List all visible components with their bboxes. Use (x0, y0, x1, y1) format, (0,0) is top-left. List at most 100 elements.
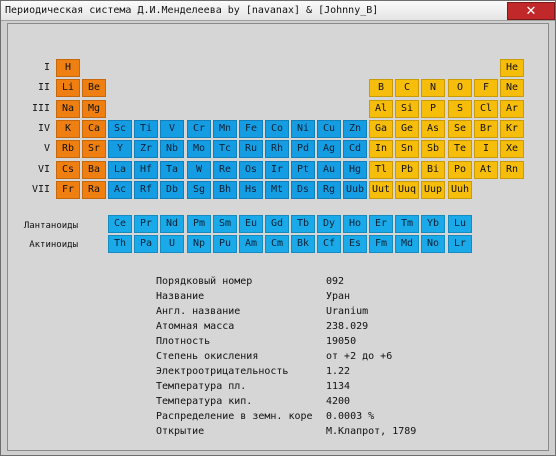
element-cell[interactable]: In (369, 140, 393, 158)
actinide-cell[interactable]: Th (108, 235, 132, 253)
element-cell[interactable]: Rb (56, 140, 80, 158)
element-cell[interactable]: Po (448, 161, 472, 179)
element-cell[interactable]: V (160, 120, 184, 138)
element-cell[interactable]: Ga (369, 120, 393, 138)
element-cell[interactable]: Db (160, 181, 184, 199)
element-cell[interactable]: Se (448, 120, 472, 138)
element-cell[interactable]: Ca (82, 120, 106, 138)
actinide-cell[interactable]: Lr (448, 235, 472, 253)
close-button[interactable]: ✕ (507, 2, 555, 20)
element-cell[interactable]: Mt (265, 181, 289, 199)
element-cell[interactable]: Y (108, 140, 132, 158)
lanthanide-cell[interactable]: Dy (317, 215, 341, 233)
element-cell[interactable]: Hg (343, 161, 367, 179)
element-cell[interactable]: Li (56, 79, 80, 97)
element-cell[interactable]: Ag (317, 140, 341, 158)
lanthanide-cell[interactable]: Tb (291, 215, 315, 233)
actinide-cell[interactable]: Pa (134, 235, 158, 253)
element-cell[interactable]: P (421, 100, 445, 118)
element-cell[interactable]: Fe (239, 120, 263, 138)
lanthanide-cell[interactable]: Pm (187, 215, 211, 233)
element-cell[interactable]: Kr (500, 120, 524, 138)
element-cell[interactable]: Uup (421, 181, 445, 199)
element-cell[interactable]: W (187, 161, 211, 179)
actinide-cell[interactable]: Am (239, 235, 263, 253)
element-cell[interactable]: Cl (474, 100, 498, 118)
element-cell[interactable]: Tl (369, 161, 393, 179)
element-cell[interactable]: Au (317, 161, 341, 179)
element-cell[interactable]: At (474, 161, 498, 179)
element-cell[interactable]: Ds (291, 181, 315, 199)
element-cell[interactable]: Na (56, 100, 80, 118)
element-cell[interactable]: As (421, 120, 445, 138)
element-cell[interactable]: Ac (108, 181, 132, 199)
element-cell[interactable]: Sn (395, 140, 419, 158)
element-cell[interactable]: N (421, 79, 445, 97)
element-cell[interactable]: Ni (291, 120, 315, 138)
element-cell[interactable]: C (395, 79, 419, 97)
lanthanide-cell[interactable]: Tm (395, 215, 419, 233)
element-cell[interactable]: Rh (265, 140, 289, 158)
element-cell[interactable]: Pd (291, 140, 315, 158)
element-cell[interactable]: Ta (160, 161, 184, 179)
lanthanide-cell[interactable]: Er (369, 215, 393, 233)
element-cell[interactable]: Ir (265, 161, 289, 179)
element-cell[interactable]: Sg (187, 181, 211, 199)
element-cell[interactable]: K (56, 120, 80, 138)
actinide-cell[interactable]: Pu (213, 235, 237, 253)
element-cell[interactable]: Zn (343, 120, 367, 138)
lanthanide-cell[interactable]: Nd (160, 215, 184, 233)
actinide-cell[interactable]: Cf (317, 235, 341, 253)
element-cell[interactable]: Cd (343, 140, 367, 158)
lanthanide-cell[interactable]: Gd (265, 215, 289, 233)
title-bar[interactable]: Периодическая система Д.И.Менделеева by … (1, 1, 555, 21)
lanthanide-cell[interactable]: Yb (421, 215, 445, 233)
element-cell[interactable]: He (500, 59, 524, 77)
element-cell[interactable]: Sb (421, 140, 445, 158)
element-cell[interactable]: Si (395, 100, 419, 118)
element-cell[interactable]: Cs (56, 161, 80, 179)
element-cell[interactable]: Te (448, 140, 472, 158)
lanthanide-cell[interactable]: Eu (239, 215, 263, 233)
element-cell[interactable]: Pb (395, 161, 419, 179)
element-cell[interactable]: Pt (291, 161, 315, 179)
element-cell[interactable]: Co (265, 120, 289, 138)
element-cell[interactable]: Bi (421, 161, 445, 179)
element-cell[interactable]: Nb (160, 140, 184, 158)
element-cell[interactable]: Cu (317, 120, 341, 138)
element-cell[interactable]: Zr (134, 140, 158, 158)
lanthanide-cell[interactable]: Pr (134, 215, 158, 233)
element-cell[interactable]: Hs (239, 181, 263, 199)
element-cell[interactable]: Sc (108, 120, 132, 138)
element-cell[interactable]: Fr (56, 181, 80, 199)
element-cell[interactable]: Xe (500, 140, 524, 158)
actinide-cell[interactable]: Np (187, 235, 211, 253)
element-cell[interactable]: Be (82, 79, 106, 97)
element-cell[interactable]: Uub (343, 181, 367, 199)
element-cell[interactable]: Ru (239, 140, 263, 158)
actinide-cell[interactable]: Cm (265, 235, 289, 253)
element-cell[interactable]: Rg (317, 181, 341, 199)
element-cell[interactable]: F (474, 79, 498, 97)
element-cell[interactable]: I (474, 140, 498, 158)
actinide-cell[interactable]: Bk (291, 235, 315, 253)
element-cell[interactable]: Mg (82, 100, 106, 118)
lanthanide-cell[interactable]: Ho (343, 215, 367, 233)
element-cell[interactable]: S (448, 100, 472, 118)
element-cell[interactable]: Bh (213, 181, 237, 199)
actinide-cell[interactable]: Md (395, 235, 419, 253)
element-cell[interactable]: Ge (395, 120, 419, 138)
element-cell[interactable]: O (448, 79, 472, 97)
actinide-cell[interactable]: U (160, 235, 184, 253)
element-cell[interactable]: Os (239, 161, 263, 179)
element-cell[interactable]: Mn (213, 120, 237, 138)
lanthanide-cell[interactable]: Sm (213, 215, 237, 233)
actinide-cell[interactable]: No (421, 235, 445, 253)
element-cell[interactable]: H (56, 59, 80, 77)
actinide-cell[interactable]: Es (343, 235, 367, 253)
element-cell[interactable]: Ti (134, 120, 158, 138)
element-cell[interactable]: Br (474, 120, 498, 138)
element-cell[interactable]: Rn (500, 161, 524, 179)
actinide-cell[interactable]: Fm (369, 235, 393, 253)
element-cell[interactable]: Rf (134, 181, 158, 199)
